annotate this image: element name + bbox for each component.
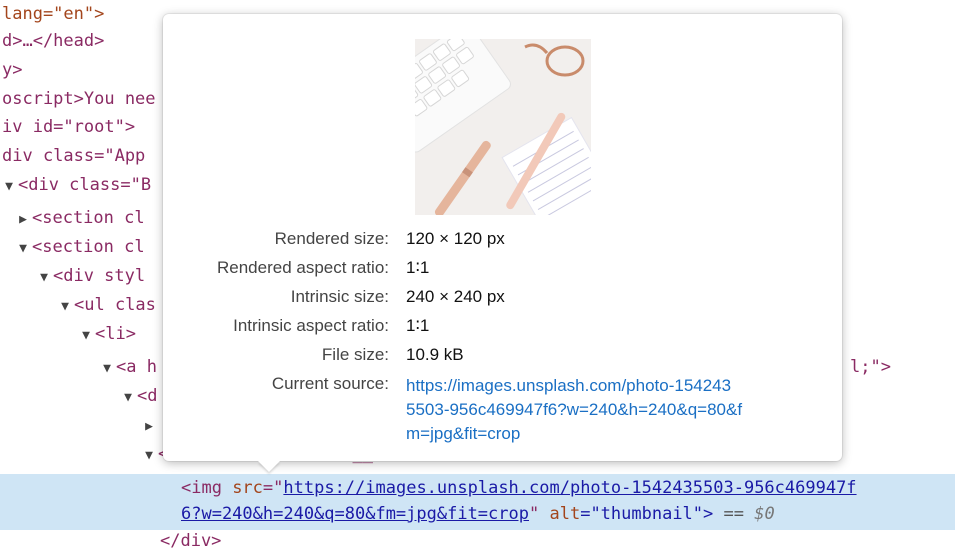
dom-line[interactable]: ▼ <d [119,382,157,411]
file-size-value: 10.9 kB [406,345,464,364]
dom-line-text: <section cl [32,208,145,228]
tooltip-arrow [258,461,280,472]
file-size-label: File size: [321,345,389,364]
dom-line-text: l;"> [850,357,891,377]
dom-line-text: div class="App [2,146,146,166]
dom-line-text: <li> [95,324,136,344]
dom-line[interactable]: ▶ [140,411,158,440]
rendered-size-value: 120 × 120 px [406,229,505,248]
closing-div-tag: </div> [160,531,222,551]
thumbnail-photo-icon [415,39,591,215]
rendered-aspect-ratio-value: 1∶1 [406,258,430,277]
expanded-triangle-icon[interactable]: ▼ [119,383,137,412]
close-quote: " [529,504,550,524]
source-url-line: https://images.unsplash.com/photo-154243 [406,376,732,395]
dom-line[interactable]: ▼ <a h [98,353,157,382]
dom-line-text: <a h [116,357,157,377]
dom-line[interactable]: y> [2,56,22,85]
current-source-link[interactable]: https://images.unsplash.com/photo-154243… [406,374,836,446]
dom-line[interactable]: ▼ <div class="B [0,171,151,200]
dom-line[interactable]: iv id="root"> [2,113,135,142]
dom-line[interactable]: oscript>You nee [2,85,156,114]
alt-value: ="thumbnail"> [580,504,714,524]
image-preview-tooltip: Rendered size: 120 × 120 px Rendered asp… [163,14,842,461]
dom-line[interactable]: ▼ <div styl [35,262,145,291]
rendered-size-label: Rendered size: [274,229,389,248]
dollar-zero-reference: $0 [754,504,775,524]
selected-img-line-1[interactable]: <img src="https://images.unsplash.com/ph… [181,474,857,503]
dom-line-text: <section cl [32,237,145,257]
src-url-link[interactable]: 6?w=240&h=240&q=80&fm=jpg&fit=crop [181,504,529,524]
collapsed-triangle-icon[interactable]: ▶ [140,412,158,441]
intrinsic-size-value: 240 × 240 px [406,287,505,306]
dom-line[interactable]: ▼ <li> [77,320,136,349]
dom-line-text: <d [137,386,158,406]
expanded-triangle-icon[interactable]: ▼ [35,263,53,292]
dom-line[interactable]: div class="App [2,142,145,171]
img-open-tag: <img [181,478,233,498]
equals-quote: =" [262,478,284,498]
collapsed-triangle-icon[interactable]: ▶ [14,205,32,234]
selected-img-line-2[interactable]: 6?w=240&h=240&q=80&fm=jpg&fit=crop" alt=… [181,500,775,529]
dom-line[interactable]: d>…</head> [2,27,104,56]
expanded-triangle-icon[interactable]: ▼ [77,321,95,350]
source-url-line: m=jpg&fit=crop [406,424,521,443]
dom-line[interactable]: ▼ <section cl [14,233,145,262]
source-url-line: 5503-956c469947f6?w=240&h=240&q=80&f [406,400,743,419]
intrinsic-aspect-ratio-value: 1∶1 [406,316,430,335]
src-attribute: src [232,478,263,498]
dom-line[interactable]: lang="en"> [2,0,104,29]
expanded-triangle-icon[interactable]: ▼ [0,172,18,201]
dom-line-text: d>…</head> [2,31,105,51]
dom-line-text: <div class="B [18,175,152,195]
dom-line[interactable]: ▶ <section cl [14,204,145,233]
dom-line-text: <div styl [53,266,146,286]
selection-marker: == [713,504,755,524]
intrinsic-size-label: Intrinsic size: [290,287,389,306]
dom-line-text: lang="en"> [2,4,105,24]
expanded-triangle-icon[interactable]: ▼ [14,234,32,263]
dom-line-text: oscript>You nee [2,89,156,109]
src-url-link[interactable]: https://images.unsplash.com/photo-154243… [283,478,856,498]
thumbnail-preview-image [415,39,591,215]
dom-line-fragment: l;"> [850,353,891,382]
dom-line-text: <ul clas [74,295,156,315]
current-source-label: Current source: [271,374,389,393]
alt-attribute: alt [549,504,581,524]
dom-line[interactable]: ▼ <ul clas [56,291,156,320]
rendered-aspect-ratio-label: Rendered aspect ratio: [217,258,389,277]
dom-line-text: y> [2,60,23,80]
dom-line-text: iv id="root"> [2,117,136,137]
expanded-triangle-icon[interactable]: ▼ [140,441,158,470]
expanded-triangle-icon[interactable]: ▼ [56,292,74,321]
expanded-triangle-icon[interactable]: ▼ [98,354,116,383]
intrinsic-aspect-ratio-label: Intrinsic aspect ratio: [233,316,389,335]
